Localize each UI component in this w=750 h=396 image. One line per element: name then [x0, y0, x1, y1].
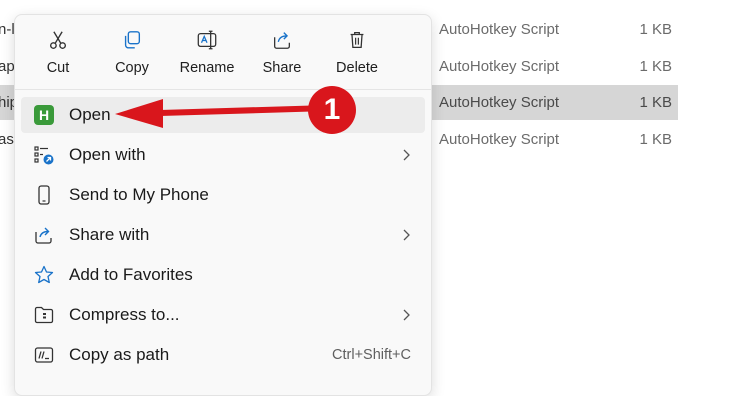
arrowhead-icon — [115, 99, 163, 128]
arrow-shaft — [157, 105, 315, 116]
step-number-badge: 1 — [308, 86, 356, 134]
annotation-arrow — [115, 99, 315, 128]
